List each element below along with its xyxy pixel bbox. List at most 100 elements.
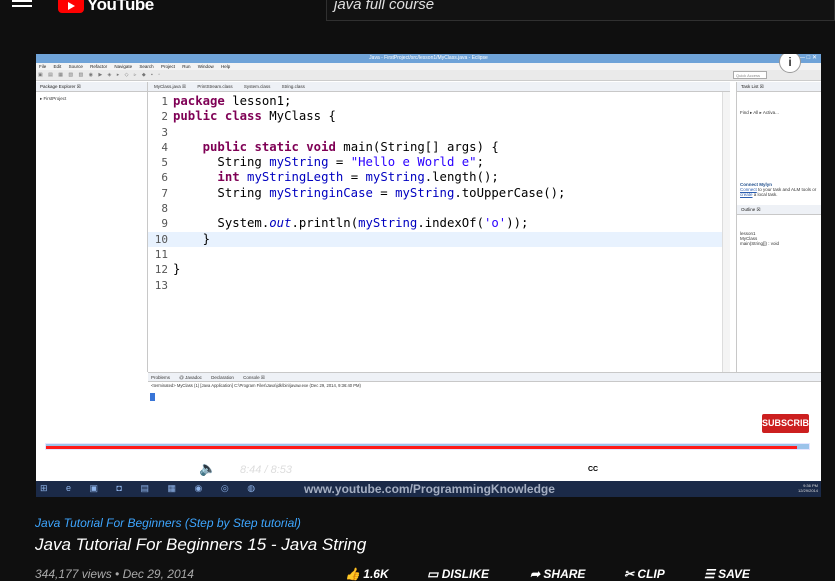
menu-window: Window <box>197 64 214 69</box>
editor-scrollbar <box>722 92 730 372</box>
youtube-logo[interactable]: YouTube <box>58 0 154 14</box>
eclipse-menu-bar: File Edit Source Refactor Navigate Searc… <box>36 63 821 70</box>
progress-bar[interactable] <box>45 443 810 450</box>
line-number: 13 <box>154 278 168 292</box>
clip-button[interactable]: ✂ CLIP <box>624 567 665 581</box>
theater-mode-icon[interactable]: ▭ <box>724 456 743 481</box>
outline-item: main(String[]) : void <box>740 241 780 246</box>
mylyn-text: Connect to your task and ALM tools or cr… <box>740 187 817 197</box>
progress-played <box>46 446 797 449</box>
task-find-row: Find ▸ All ▸ Activa... <box>740 110 779 115</box>
all-label: All <box>753 110 759 115</box>
video-player[interactable]: Java - FirstProject/src/lesson1/MyClass.… <box>36 54 821 497</box>
menu-file: File <box>39 64 47 69</box>
code-text: System.out.println(myString.indexOf('o')… <box>173 216 529 231</box>
quick-access-field: Quick Access <box>733 71 767 79</box>
thumbs-up-icon: 👍 <box>345 567 360 581</box>
code-lines: 1 package lesson1; 2 public class MyClas… <box>148 94 730 293</box>
video-frame-eclipse: Java - FirstProject/src/lesson1/MyClass.… <box>36 54 821 481</box>
line-number: 12 <box>154 263 168 277</box>
line-number: 2 <box>161 110 168 124</box>
time-display: 8:44 / 8:53 <box>240 464 292 476</box>
scissors-icon: ✂ <box>624 567 635 581</box>
menu-navigate: Navigate <box>114 64 133 69</box>
menu-help: Help <box>221 64 231 69</box>
video-title: Java Tutorial For Beginners 15 - Java St… <box>35 535 367 554</box>
share-icon: ➦ <box>530 567 541 581</box>
editor-tab-printstream: PrintStream.class <box>197 84 233 89</box>
play-icon[interactable]: ▶ <box>110 460 122 480</box>
like-button[interactable]: 👍 1.6K <box>345 567 389 581</box>
console-terminated-line: <terminated> MyClass (1) [Java Applicati… <box>151 383 361 388</box>
code-line-10: 10 } <box>148 231 730 247</box>
windows-taskbar: ⊞ e ▣ ◘ ▤ ▦ ◉ ◎ ◍ www.youtube.com/Progra… <box>36 481 821 497</box>
console-tab: Console ☒ <box>243 375 265 380</box>
line-number: 1 <box>161 95 168 108</box>
code-line-8: 8 <box>148 201 730 216</box>
task-list-tab: Task List ☒ <box>737 82 821 92</box>
volume-icon[interactable]: 🔈 <box>199 460 216 477</box>
menu-source: Source <box>68 64 83 69</box>
editor-tab-myclass: MyClass.java ☒ <box>154 84 187 89</box>
menu-icon[interactable] <box>12 0 32 10</box>
thumbs-down-icon: ▭ <box>427 567 439 581</box>
code-text: } <box>173 231 211 246</box>
code-line-1: 1 package lesson1; <box>148 94 730 109</box>
package-explorer: Package Explorer ☒ ▸ FirstProject <box>36 82 148 372</box>
line-number: 9 <box>161 217 168 231</box>
code-text: public static void main(String[] args) { <box>202 139 499 154</box>
settings-icon[interactable]: ⚙ <box>629 460 643 480</box>
view-count: 344,177 views • Dec 29, 2014 <box>35 567 194 581</box>
project-item: ▸ FirstProject <box>40 96 67 101</box>
code-line-2: 2 public class MyClass { <box>148 109 730 124</box>
console-output: 4 <box>150 393 155 408</box>
search-query[interactable]: java full course <box>334 0 434 13</box>
editor-tab-string: String.class <box>281 84 305 89</box>
playlist-link[interactable]: Java Tutorial For Beginners (Step by Ste… <box>35 516 301 530</box>
toolbar-icons: ▣ ▤ ▦ ▧ ▨ ◉ ▶ ◈ ▸ ◇ ▹ ◆ ▪ ▫ <box>38 72 162 78</box>
taskbar-clock: 9:36 PM 12/29/2014 <box>797 483 818 493</box>
outline-tab: Outline ☒ <box>737 205 821 215</box>
youtube-play-icon <box>58 0 84 13</box>
code-text: public class MyClass { <box>173 109 336 124</box>
code-line-13: 13 <box>148 278 730 293</box>
previous-icon[interactable]: ⏮ <box>62 460 76 478</box>
captions-button[interactable]: CC <box>582 463 604 477</box>
find-label: Find <box>740 110 749 115</box>
javadoc-tab: @ Javadoc <box>179 375 202 380</box>
subscribe-watermark[interactable]: SUBSCRIBE <box>762 414 815 433</box>
video-metadata: Java Tutorial For Beginners (Step by Ste… <box>0 497 835 581</box>
menu-edit: Edit <box>53 64 62 69</box>
problems-tab: Problems <box>151 375 171 380</box>
next-icon[interactable]: ⏭ <box>154 460 168 478</box>
code-line-3: 3 <box>148 125 730 140</box>
line-number: 6 <box>161 171 168 185</box>
playlist-add-icon: ☰ <box>704 567 715 581</box>
project-name: FirstProject <box>43 96 67 101</box>
line-number: 4 <box>161 140 168 154</box>
menu-search: Search <box>139 64 154 69</box>
channel-url-watermark: www.youtube.com/ProgrammingKnowledge <box>304 482 555 496</box>
code-text: } <box>173 262 181 277</box>
search-input[interactable]: java full course <box>326 0 835 21</box>
activate-label: Activa... <box>762 110 779 115</box>
save-button[interactable]: ☰ SAVE <box>704 567 750 581</box>
miniplayer-icon[interactable]: ⧉ <box>677 460 688 478</box>
code-line-12: 12 } <box>148 262 730 277</box>
menu-project: Project <box>160 64 175 69</box>
package-explorer-tab: Package Explorer ☒ <box>36 82 147 92</box>
code-line-6: 6 int myStringLegth = myString.length(); <box>148 170 730 185</box>
code-text: String myString = "Hello e World e"; <box>173 155 484 170</box>
editor-tabs: MyClass.java ☒ PrintStream.class System.… <box>148 82 730 92</box>
line-number: 10 <box>154 232 168 246</box>
player-controls: ⏮ ▶ ⏭ 🔈 8:44 / 8:53 CC ⚙ ⧉ ▭ ⛶ <box>36 456 821 481</box>
eclipse-toolbar: ▣ ▤ ▦ ▧ ▨ ◉ ▶ ◈ ▸ ◇ ▹ ◆ ▪ ▫ Quick Access <box>36 70 821 81</box>
dislike-button[interactable]: ▭ DISLIKE <box>427 567 489 581</box>
fullscreen-icon[interactable]: ⛶ <box>774 460 785 478</box>
menu-run: Run <box>182 64 191 69</box>
code-line-4: 4 public static void main(String[] args)… <box>148 140 730 155</box>
share-button[interactable]: ➦ SHARE <box>530 567 585 581</box>
declaration-tab: Declaration <box>211 375 234 380</box>
line-number: 7 <box>161 186 168 200</box>
code-text: package lesson1; <box>173 94 292 108</box>
